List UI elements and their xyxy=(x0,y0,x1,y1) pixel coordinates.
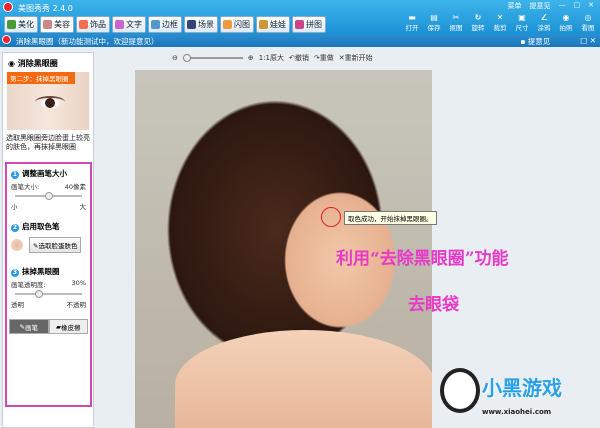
brush-size-slider[interactable] xyxy=(15,192,82,200)
subwindow-title: 消除黑眼圈（新功能测试中，欢迎提意见） xyxy=(16,37,159,46)
restart-button[interactable]: ✕重新开始 xyxy=(339,53,373,63)
watermark-logo: 小黑游戏 www.xiaohei.com xyxy=(440,368,600,428)
step1-title: 调整画笔大小 xyxy=(22,169,67,178)
tab-label: 文字 xyxy=(126,20,142,29)
zoom-in-icon[interactable]: ⊕ xyxy=(248,54,254,62)
tab-icon xyxy=(79,20,88,29)
minimize-icon[interactable]: — xyxy=(559,1,566,11)
color-swatch xyxy=(11,239,23,251)
tool-icon: ▣ xyxy=(518,13,526,22)
eye-image xyxy=(35,96,65,108)
feedback-label: 提意见 xyxy=(527,37,551,46)
tab-label: 娃娃 xyxy=(270,20,286,29)
toolbar-button-6[interactable]: ∠ 涂鸦 xyxy=(534,13,554,32)
tool-panel: ◉ 消除黑眼圈 第二步：抹掉黑眼圈 选取黑眼圈旁边脸蛋上较亮的肤色，再抹掉黑眼圈… xyxy=(2,52,94,428)
tool-icon: ✕ xyxy=(496,13,504,22)
close-icon[interactable]: ✕ xyxy=(588,1,594,11)
panda-icon xyxy=(440,368,480,413)
tab-label: 拼图 xyxy=(306,20,322,29)
toolbar-button-2[interactable]: ✂ 抠图 xyxy=(446,13,466,32)
tool-icon: ◉ xyxy=(562,13,570,22)
tab-label: 饰品 xyxy=(90,20,106,29)
tab-label: 闪图 xyxy=(234,20,250,29)
watermark-url: www.xiaohei.com xyxy=(482,408,552,416)
tool-icon: ▤ xyxy=(430,13,438,22)
app-title: 美图秀秀 2.4.0 xyxy=(18,4,73,13)
toolbar-button-7[interactable]: ◉ 拍照 xyxy=(556,13,576,32)
step3-title: 抹掉黑眼圈 xyxy=(22,267,60,276)
tool-icon: ∠ xyxy=(540,13,548,22)
opacity-value: 30% xyxy=(71,279,86,287)
title-bar: 美图秀秀 2.4.0 菜单 提意见 — □ ✕ 美化 美容 饰品 文字 边框 场景 闪图 娃娃… xyxy=(0,0,600,34)
tab-icon xyxy=(259,20,268,29)
banner-label: 第二步：抹掉黑眼圈 xyxy=(7,72,75,84)
overlay-caption-1: 利用“去除黑眼圈”功能 xyxy=(336,249,509,269)
tab-label: 场景 xyxy=(198,20,214,29)
tab-0[interactable]: 美化 xyxy=(4,16,38,33)
tab-icon xyxy=(295,20,304,29)
tab-icon xyxy=(115,20,124,29)
actual-size-button[interactable]: 1:1原大 xyxy=(259,53,284,63)
steps-box: 1 调整画笔大小 画笔大小: 40像素 小大 2 启用取色笔 ✎选取脸蛋肤色 3 抹掉黑… xyxy=(5,162,92,407)
brush-size-value: 40像素 xyxy=(64,183,86,191)
panel-description: 选取黑眼圈旁边脸蛋上较亮的肤色，再抹掉黑眼圈 xyxy=(6,134,90,151)
tab-5[interactable]: 场景 xyxy=(184,16,218,33)
watermark-brand: 小黑游戏 xyxy=(482,376,562,400)
subwindow-bar: 消除黑眼圈（新功能测试中，欢迎提意见） ▪ 提意见 □ ✕ xyxy=(0,34,600,47)
tab-icon xyxy=(223,20,232,29)
app-logo-icon xyxy=(2,35,11,44)
tab-6[interactable]: 闪图 xyxy=(220,16,254,33)
tab-8[interactable]: 拼图 xyxy=(292,16,326,33)
maximize-icon[interactable]: □ xyxy=(574,1,581,11)
tab-icon xyxy=(151,20,160,29)
tab-3[interactable]: 文字 xyxy=(112,16,146,33)
zoom-bar: ⊖ ⊕ 1:1原大 ↶撤销 ↷重做 ✕重新开始 xyxy=(172,53,373,63)
redo-button[interactable]: ↷重做 xyxy=(314,53,334,63)
tab-icon xyxy=(187,20,196,29)
toolbar-button-8[interactable]: ◎ 看图 xyxy=(578,13,598,32)
feedback-link[interactable]: 提意见 xyxy=(530,1,551,11)
overlay-caption-2: 去眼袋 xyxy=(408,295,459,315)
tool-icon: ✂ xyxy=(452,13,460,22)
zoom-slider[interactable] xyxy=(182,54,243,62)
toolbar-button-1[interactable]: ▤ 保存 xyxy=(424,13,444,32)
tab-label: 美容 xyxy=(54,20,70,29)
brush-mode-button[interactable]: ✎ 画笔 xyxy=(9,319,49,334)
tab-icon xyxy=(7,20,16,29)
menu-button[interactable]: 菜单 xyxy=(508,1,522,11)
zoom-out-icon[interactable]: ⊖ xyxy=(172,54,178,62)
opacity-slider[interactable] xyxy=(15,290,82,298)
example-image: 第二步：抹掉黑眼圈 xyxy=(7,72,89,130)
tool-icon: ↻ xyxy=(474,13,482,22)
tool-icon: ▬ xyxy=(408,13,416,22)
eraser-mode-button[interactable]: ▰ 橡皮擦 xyxy=(48,319,88,334)
tab-1[interactable]: 美容 xyxy=(40,16,74,33)
undo-button[interactable]: ↶撤销 xyxy=(289,53,309,63)
app-logo-icon xyxy=(3,2,13,12)
brush-cursor xyxy=(321,207,341,227)
panel-title: ◉ 消除黑眼圈 xyxy=(8,59,58,68)
toolbar-button-3[interactable]: ↻ 旋转 xyxy=(468,13,488,32)
toolbar-button-4[interactable]: ✕ 裁剪 xyxy=(490,13,510,32)
tab-label: 边框 xyxy=(162,20,178,29)
step2-title: 启用取色笔 xyxy=(22,222,60,231)
toolbar-button-5[interactable]: ▣ 尺寸 xyxy=(512,13,532,32)
tab-icon xyxy=(43,20,52,29)
pick-skin-color-button[interactable]: ✎选取脸蛋肤色 xyxy=(29,237,82,253)
subwindow-controls[interactable]: □ ✕ xyxy=(580,36,596,47)
tab-4[interactable]: 边框 xyxy=(148,16,182,33)
subwindow-feedback-button[interactable]: ▪ 提意见 xyxy=(520,36,550,47)
toolbar-button-0[interactable]: ▬ 打开 xyxy=(402,13,422,32)
tab-7[interactable]: 娃娃 xyxy=(256,16,290,33)
tab-2[interactable]: 饰品 xyxy=(76,16,110,33)
tab-label: 美化 xyxy=(18,20,34,29)
tool-icon: ◎ xyxy=(584,13,592,22)
tooltip: 取色成功，开始抹掉黑眼圈。 xyxy=(344,211,437,225)
